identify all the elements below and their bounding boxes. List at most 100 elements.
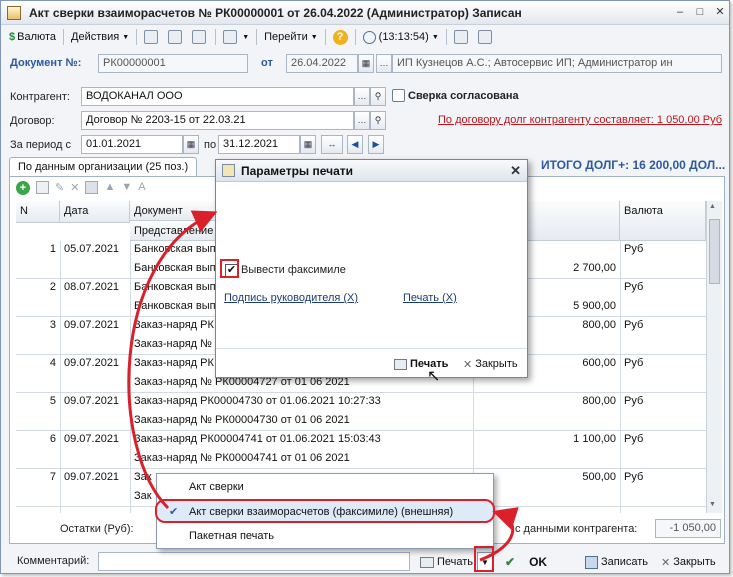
scroll-down-icon[interactable]: ▼ (709, 501, 716, 508)
currency-button[interactable]: $ Валюта (5, 27, 60, 47)
row-currency[interactable]: Руб (620, 241, 706, 257)
row-representation[interactable]: Заказ-наряд № РК00004730 от 01 06 2021 (130, 412, 473, 428)
org-field[interactable]: ИП Кузнецов А.С.; Автосервис ИП; Админис… (392, 54, 722, 73)
period-setup-button[interactable]: ↔ (321, 135, 343, 154)
contractor-select-button[interactable]: … (354, 87, 370, 106)
help-button[interactable]: ? (329, 27, 352, 47)
tree-button[interactable] (450, 27, 474, 47)
contractor-field[interactable]: ВОДОКАНАЛ ООО (81, 87, 354, 106)
scroll-up-icon[interactable]: ▲ (709, 203, 716, 210)
row-number[interactable]: 4 (16, 355, 60, 371)
save-button[interactable]: Записать (581, 552, 652, 572)
agreed-checkbox[interactable] (392, 89, 405, 102)
col-currency-header[interactable]: Валюта (620, 201, 706, 241)
minimize-button[interactable]: – (672, 5, 688, 21)
contract-open-button[interactable]: ⚲ (370, 111, 386, 130)
col-date-header[interactable]: Дата (60, 201, 130, 223)
dialog-print-button[interactable]: Печать (390, 354, 452, 374)
date-field[interactable]: 26.04.2022 (286, 54, 358, 73)
arrow-up-icon[interactable]: ▲ (104, 181, 115, 195)
close-button[interactable]: ✕ Закрыть (657, 552, 720, 572)
remains-label: Остатки (Руб): (60, 523, 134, 535)
menu-item-akt-facsimile[interactable]: ✔ Акт сверки взаиморасчетов (факсимиле) … (155, 499, 495, 523)
menu-item-batch-print[interactable]: Пакетная печать (157, 525, 493, 549)
tool-button-1[interactable] (140, 27, 164, 47)
tool-button-2[interactable] (164, 27, 188, 47)
col-n-header[interactable]: N (16, 201, 60, 223)
stamp-link[interactable]: Печать (X) (403, 292, 457, 304)
add-icon[interactable]: + (16, 181, 30, 195)
row-currency[interactable]: Руб (620, 317, 706, 333)
comment-field[interactable] (98, 552, 410, 571)
contract-field[interactable]: Договор № 2203-15 от 22.03.21 (81, 111, 354, 130)
print-button[interactable]: Печать (416, 552, 477, 572)
arrow-down-icon[interactable]: ▼ (121, 181, 132, 195)
row-number[interactable]: 7 (16, 469, 60, 485)
period-to-field[interactable]: 31.12.2021 (218, 135, 300, 154)
row-number[interactable]: 2 (16, 279, 60, 295)
ok-button[interactable]: ✔ OK (501, 552, 551, 572)
row-date[interactable]: 09.07.2021 (60, 317, 130, 333)
row-currency[interactable]: Руб (620, 279, 706, 295)
contractor-open-button[interactable]: ⚲ (370, 87, 386, 106)
row-document[interactable]: Заказ-наряд РК00004741 от 01.06.2021 15:… (130, 431, 473, 447)
comment-label: Комментарий: (17, 555, 90, 567)
row-number[interactable]: 6 (16, 431, 60, 447)
row-number[interactable]: 3 (16, 317, 60, 333)
goto-label: Перейти (264, 31, 308, 43)
row-date[interactable]: 05.07.2021 (60, 241, 130, 257)
row-document[interactable]: Заказ-наряд РК00004730 от 01.06.2021 10:… (130, 393, 473, 409)
row-number[interactable]: 1 (16, 241, 60, 257)
doc-no-field[interactable]: РК00000001 (98, 54, 248, 73)
row-representation[interactable]: Заказ-наряд № РК00004741 от 01 06 2021 (130, 450, 473, 466)
row-currency[interactable]: Руб (620, 469, 706, 485)
signature-link[interactable]: Подпись руководителя (X) (224, 292, 358, 304)
delete-icon[interactable]: ✕ (70, 181, 79, 195)
row-number[interactable]: 5 (16, 393, 60, 409)
caret-down-icon: ▼ (242, 33, 250, 41)
row-sum[interactable]: 1 100,00 (473, 431, 620, 447)
debt-link[interactable]: По договору долг контрагенту составляет:… (438, 114, 722, 126)
maximize-button[interactable]: □ (692, 5, 708, 21)
row-sum[interactable]: 500,00 (473, 469, 620, 485)
period-to-calendar[interactable]: ▦ (300, 135, 316, 154)
row-sum[interactable]: 800,00 (473, 393, 620, 409)
calendar-icon: ▦ (303, 139, 313, 149)
edit-icon[interactable]: ✎ (55, 181, 64, 195)
dialog-close-button[interactable]: ✕ Закрыть (459, 354, 522, 374)
goto-menu[interactable]: Перейти ▼ (260, 27, 322, 47)
row-currency[interactable]: Руб (620, 393, 706, 409)
row-currency[interactable]: Руб (620, 355, 706, 371)
sort-icon[interactable]: A (138, 181, 145, 195)
vertical-scrollbar[interactable]: ▲ ▼ (706, 201, 722, 513)
row-date[interactable]: 09.07.2021 (60, 393, 130, 409)
row-date[interactable]: 09.07.2021 (60, 469, 130, 485)
close-window-button[interactable]: ✕ (712, 5, 728, 21)
copy-row-icon[interactable] (36, 181, 49, 194)
row-date[interactable]: 08.07.2021 (60, 279, 130, 295)
structure-button[interactable]: ▼ (219, 27, 253, 47)
row-date[interactable]: 09.07.2021 (60, 431, 130, 447)
calendar-button[interactable]: ▦ (358, 54, 374, 73)
row-currency[interactable]: Руб (620, 431, 706, 447)
org-select-button[interactable]: … (376, 54, 392, 73)
row-date[interactable]: 09.07.2021 (60, 355, 130, 371)
row-sum-alt[interactable] (473, 450, 620, 454)
menu-item-akt-sverki[interactable]: Акт сверки (157, 476, 493, 500)
period-from-field[interactable]: 01.01.2021 (81, 135, 183, 154)
tool-button-3[interactable] (188, 27, 212, 47)
actions-menu[interactable]: Действия ▼ (67, 27, 133, 47)
period-next-button[interactable]: ▶ (368, 135, 384, 154)
save-row-icon[interactable] (85, 181, 99, 194)
contract-select-button[interactable]: … (354, 111, 370, 130)
toolbar: $ Валюта Действия ▼ ▼ Перейти ▼ ? (13:13:5… (1, 26, 729, 48)
row-sum-alt[interactable] (473, 412, 620, 416)
period-prev-button[interactable]: ◀ (347, 135, 363, 154)
row-sum-alt[interactable] (473, 488, 620, 492)
dialog-close-icon[interactable]: ✕ (510, 163, 521, 179)
time-button[interactable]: (13:13:54) ▼ (359, 27, 443, 47)
tab-org-data[interactable]: По данным организации (25 поз.) (9, 157, 198, 177)
period-from-calendar[interactable]: ▦ (183, 135, 199, 154)
list-button[interactable] (474, 27, 498, 47)
scroll-thumb[interactable] (709, 219, 720, 284)
